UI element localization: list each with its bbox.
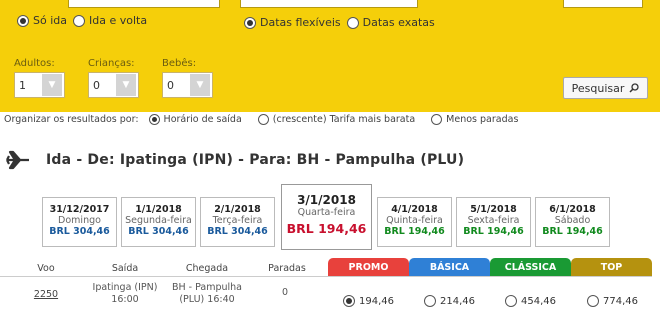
adults-select[interactable]: 1 ▼ (14, 72, 65, 98)
header-departure: Saída (111, 263, 139, 274)
date-card[interactable]: 1/1/2018 Segunda-feira BRL 304,46 (121, 197, 196, 247)
date-mode-group: Datas flexíveis Datas exatas (244, 16, 441, 29)
radio-selected-icon (17, 14, 29, 27)
tab-promo[interactable]: PROMO (328, 258, 409, 277)
date-card-selected[interactable]: 3/1/2018 Quarta-feira BRL 194,46 (281, 184, 372, 250)
return-date-input[interactable] (563, 0, 643, 8)
children-label: Crianças: (88, 58, 135, 69)
date-card[interactable]: 2/1/2018 Terça-feira BRL 304,46 (200, 197, 275, 247)
radio-icon (505, 295, 517, 307)
tab-classica[interactable]: CLÁSSICA (490, 258, 571, 277)
sort-departure-radio[interactable]: Horário de saída (148, 114, 242, 125)
airplane-icon (6, 150, 29, 170)
search-button[interactable]: Pesquisar (563, 77, 648, 99)
tab-basica[interactable]: BÁSICA (409, 258, 490, 277)
route-heading: Ida - De: Ipatinga (IPN) - Para: BH - Pa… (6, 150, 464, 170)
departure-cell: Ipatinga (IPN) 16:00 (92, 282, 158, 305)
header-stops: Paradas (268, 263, 306, 274)
radio-icon (587, 295, 599, 307)
radio-selected-icon (148, 114, 160, 125)
round-trip-radio[interactable]: Ida e volta (73, 14, 147, 27)
children-select[interactable]: 0 ▼ (88, 72, 139, 98)
search-panel: Só ida Ida e volta Datas flexíveis Datas… (0, 0, 660, 112)
fare-top-radio[interactable]: 774,46 (587, 295, 638, 307)
table-divider (0, 276, 652, 277)
fare-promo-radio[interactable]: 194,46 (343, 295, 394, 307)
radio-icon (431, 114, 443, 125)
tab-top[interactable]: TOP (571, 258, 652, 277)
origin-input[interactable] (68, 0, 220, 8)
flight-number-link[interactable]: 2250 (26, 289, 66, 301)
exact-dates-radio[interactable]: Datas exatas (346, 16, 435, 29)
infants-label: Bebês: (162, 58, 197, 69)
header-arrival: Chegada (185, 263, 229, 274)
radio-icon (424, 295, 436, 307)
radio-icon (257, 114, 269, 125)
date-card[interactable]: 5/1/2018 Sexta-feira BRL 194,46 (456, 197, 531, 247)
chevron-down-icon: ▼ (42, 74, 62, 96)
one-way-radio[interactable]: Só ida (17, 14, 67, 27)
date-card[interactable]: 31/12/2017 Domingo BRL 304,46 (42, 197, 117, 247)
chevron-down-icon: ▼ (116, 74, 136, 96)
infants-select[interactable]: 0 ▼ (162, 72, 213, 98)
arrival-cell: BH - Pampulha (PLU) 16:40 (171, 282, 243, 305)
sort-fewest-stops-radio[interactable]: Menos paradas (431, 114, 518, 125)
radio-icon (73, 14, 85, 27)
radio-selected-icon (343, 295, 355, 307)
header-flight: Voo (37, 263, 55, 274)
route-title: Ida - De: Ipatinga (IPN) - Para: BH - Pa… (46, 152, 465, 168)
fare-basica-radio[interactable]: 214,46 (424, 295, 475, 307)
date-card[interactable]: 6/1/2018 Sábado BRL 194,46 (535, 197, 610, 247)
chevron-down-icon: ▼ (190, 74, 210, 96)
date-card[interactable]: 4/1/2018 Quinta-feira BRL 194,46 (377, 197, 452, 247)
fare-classica-radio[interactable]: 454,46 (505, 295, 556, 307)
sort-label: Organizar os resultados por: (4, 114, 139, 125)
departure-date-input[interactable] (240, 0, 418, 8)
radio-icon (346, 16, 359, 29)
sort-cheapest-radio[interactable]: (crescente) Tarifa mais barata (257, 114, 415, 125)
trip-type-group: Só ida Ida e volta (17, 14, 153, 27)
sort-bar: Organizar os resultados por: Horário de … (4, 114, 524, 125)
stops-cell: 0 (281, 287, 289, 298)
adults-label: Adultos: (14, 58, 55, 69)
flexible-dates-radio[interactable]: Datas flexíveis (244, 16, 341, 29)
search-icon (629, 83, 640, 93)
radio-selected-icon (244, 16, 256, 29)
